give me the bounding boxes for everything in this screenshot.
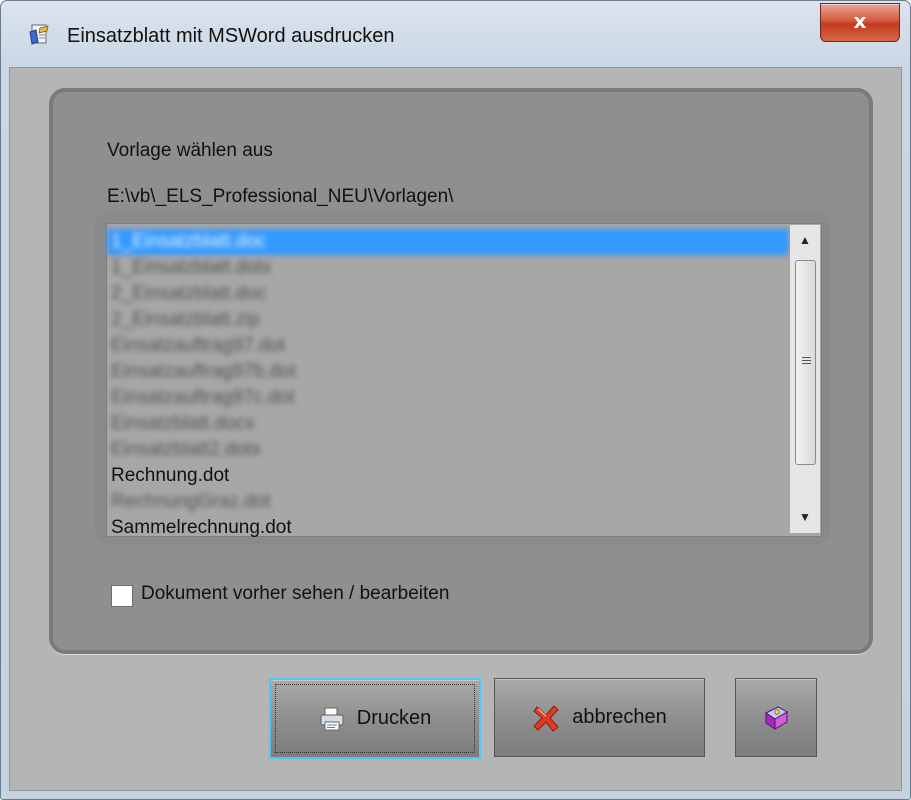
scroll-up-arrow-icon[interactable]: ▲	[790, 229, 820, 251]
template-list-item[interactable]: 2_Einsatzblatt.zip	[107, 307, 789, 333]
window-title: Einsatzblatt mit MSWord ausdrucken	[67, 25, 395, 47]
help-button[interactable]	[735, 678, 817, 757]
help-book-icon	[765, 705, 789, 730]
template-panel: Vorlage wählen aus E:\vb\_ELS_Profession…	[49, 88, 873, 654]
print-button-label: Drucken	[356, 707, 432, 729]
dialog-client-area: Vorlage wählen aus E:\vb\_ELS_Profession…	[9, 67, 902, 791]
close-icon: x	[853, 9, 867, 33]
template-list-item[interactable]: Rechnung.dot	[107, 463, 789, 489]
template-list-item[interactable]: Einsatzauftrag97b.dot	[107, 359, 789, 385]
template-list-frame: 1_Einsatzblatt.doc 1_Einsatzblatt.dotx 2_E…	[95, 212, 831, 544]
preview-checkbox[interactable]	[111, 585, 133, 607]
title-bar[interactable]: Einsatzblatt mit MSWord ausdrucken x	[1, 1, 910, 67]
template-list-item[interactable]: 2_Einsatzblatt.doc	[107, 281, 789, 307]
thumb-grip-line	[802, 363, 811, 364]
cancel-button-label: abbrechen	[572, 706, 667, 728]
template-list-item[interactable]: Sammelrechnung.dot	[107, 515, 789, 541]
scroll-down-arrow-icon[interactable]: ▼	[790, 506, 820, 528]
close-button[interactable]: x	[820, 3, 900, 42]
thumb-grip-line	[802, 357, 811, 358]
template-list-item[interactable]: 1_Einsatzblatt.doc	[107, 229, 789, 255]
print-button[interactable]: Drucken	[269, 678, 481, 759]
printer-icon	[320, 707, 344, 730]
listbox-scrollbar[interactable]: ▲ ▼	[790, 225, 820, 533]
scrollbar-thumb[interactable]	[795, 260, 816, 465]
template-path-label: E:\vb\_ELS_Professional_NEU\Vorlagen\	[107, 186, 454, 207]
template-listbox[interactable]: 1_Einsatzblatt.doc 1_Einsatzblatt.dotx 2_E…	[106, 223, 822, 538]
template-list: 1_Einsatzblatt.doc 1_Einsatzblatt.dotx 2_E…	[107, 229, 789, 541]
template-list-item[interactable]: 1_Einsatzblatt.dotx	[107, 255, 789, 281]
template-list-item[interactable]: RechnungGraz.dot	[107, 489, 789, 515]
red-x-icon	[533, 704, 559, 732]
template-list-item[interactable]: Einsatzblatt.docx	[107, 411, 789, 437]
template-list-item[interactable]: Einsatzauftrag97c.dot	[107, 385, 789, 411]
template-list-item[interactable]: Einsatzblatt2.dotx	[107, 437, 789, 463]
template-prompt-label: Vorlage wählen aus	[107, 140, 273, 161]
thumb-grip-line	[802, 360, 811, 361]
cancel-button[interactable]: abbrechen	[494, 678, 705, 757]
dialog-window: Einsatzblatt mit MSWord ausdrucken x Vor…	[0, 0, 911, 800]
preview-checkbox-label[interactable]: Dokument vorher sehen / bearbeiten	[141, 583, 449, 605]
word-document-icon	[29, 24, 49, 45]
template-list-item[interactable]: Einsatzauftrag97.dot	[107, 333, 789, 359]
